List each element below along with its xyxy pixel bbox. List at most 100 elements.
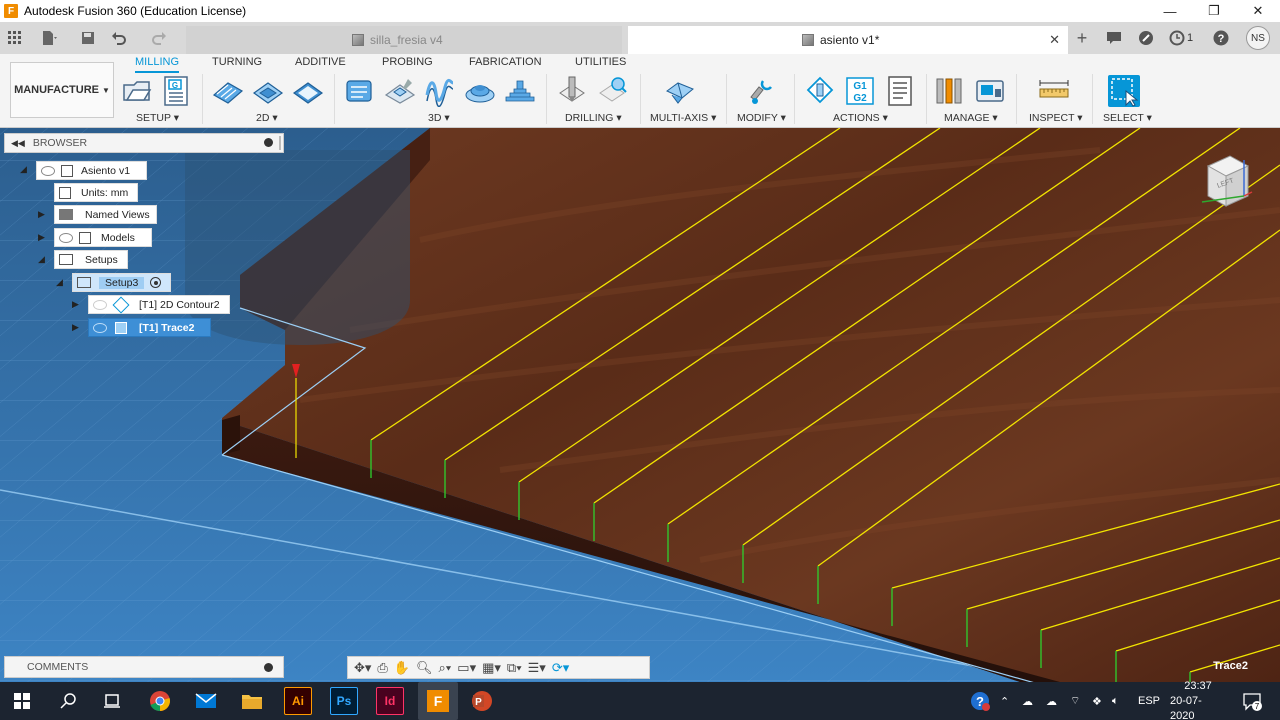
3d-contour-icon[interactable] [464,75,496,107]
tree-named-views[interactable]: Named Views [54,205,157,224]
tab-utilities[interactable]: UTILITIES [575,56,626,68]
3d-pocket-icon[interactable] [384,75,416,107]
wifi-icon[interactable]: ⌔ [1070,682,1080,720]
group-drilling[interactable]: DRILLING ▾ [565,112,622,124]
2d-face-icon[interactable] [292,75,324,107]
multi-axis-icon[interactable] [664,75,696,107]
panel-resize-handle[interactable] [279,136,281,150]
display-settings-icon[interactable]: ▭▾ [457,660,476,676]
add-comment-icon[interactable] [264,663,273,672]
expand-arrow-icon[interactable]: ▶ [72,299,79,310]
tab-fabrication[interactable]: FABRICATION [469,56,542,68]
simulate-icon[interactable] [804,75,836,107]
group-select[interactable]: SELECT ▾ [1103,112,1152,124]
visibility-eye-icon[interactable] [93,322,107,333]
2d-pocket-icon[interactable] [252,75,284,107]
close-tab-icon[interactable]: ✕ [1049,32,1060,48]
3d-viewport[interactable]: LEFT [0,128,1280,682]
app-grid-icon[interactable] [4,22,26,54]
active-setup-target-icon[interactable] [150,277,162,288]
comments-panel[interactable]: COMMENTS [4,656,284,678]
minimize-button[interactable]: — [1148,0,1192,22]
illustrator-icon[interactable]: Ai [284,687,312,715]
user-avatar[interactable]: NS [1246,26,1270,50]
3d-parallel-icon[interactable] [424,75,456,108]
machine-library-icon[interactable] [974,75,1006,107]
save-icon[interactable] [78,22,98,54]
mail-icon[interactable] [192,687,220,715]
grid-settings-icon[interactable]: ▦▾ [482,660,501,676]
group-setup[interactable]: SETUP ▾ [136,112,179,124]
close-window-button[interactable]: ✕ [1236,0,1280,22]
group-multi-axis[interactable]: MULTI-AXIS ▾ [650,112,716,124]
refresh-icon[interactable]: ⟳▾ [552,660,569,676]
group-modify[interactable]: MODIFY ▾ [737,112,786,124]
3d-adaptive-icon[interactable] [344,75,376,107]
viewports-icon[interactable]: ⧉▾ [507,660,522,676]
orbit-pan-icon[interactable]: ✥▾ [354,660,371,676]
tab-additive[interactable]: ADDITIVE [295,56,346,68]
notification-icon[interactable] [1102,22,1126,54]
volume-icon[interactable]: 🔈︎ [1112,682,1119,720]
panel-options-icon[interactable] [264,138,273,147]
cloud-icon[interactable]: ☁ [1022,682,1033,720]
group-inspect[interactable]: INSPECT ▾ [1029,112,1083,124]
input-language[interactable]: ESP [1138,682,1160,720]
undo-icon[interactable] [108,22,132,54]
pan-hand-icon[interactable]: ✋ [394,660,410,676]
photoshop-icon[interactable]: Ps [330,687,358,715]
help-icon[interactable]: ? [1210,22,1232,54]
new-tab-button[interactable]: + [1070,22,1094,54]
redo-icon[interactable] [146,22,170,54]
tab-silla-fresia[interactable]: silla_fresia v4 [186,26,622,54]
visibility-eye-icon[interactable] [93,299,107,310]
collapse-arrow-icon[interactable]: ◢ [20,164,27,175]
collapse-arrow-icon[interactable]: ◢ [56,277,63,288]
tab-probing[interactable]: PROBING [382,56,433,68]
group-manage[interactable]: MANAGE ▾ [944,112,998,124]
visibility-eye-icon[interactable] [41,165,55,176]
start-windows-icon[interactable] [8,687,36,715]
tree-units[interactable]: Units: mm [54,183,138,202]
maximize-button[interactable]: ❐ [1192,0,1236,22]
expand-arrow-icon[interactable]: ▶ [72,322,79,333]
post-process-icon[interactable]: G1 G2 [844,75,876,107]
help-tray-icon[interactable]: ? [970,682,992,720]
fit-icon[interactable]: ⌕▾ [439,660,452,676]
environment-icon[interactable]: ☰▾ [528,660,546,676]
tree-models[interactable]: Models [54,228,152,247]
collapse-arrow-icon[interactable]: ◢ [38,254,45,265]
collapse-panel-icon[interactable]: ◀◀ [11,138,25,149]
visibility-eye-icon[interactable] [59,232,73,243]
setup-sheet-icon[interactable]: G [161,75,193,107]
2d-adaptive-icon[interactable] [212,75,244,107]
zoom-icon[interactable]: 🔍︎ [416,660,433,676]
job-status-icon[interactable]: 1 [1166,22,1196,54]
tree-setups[interactable]: Setups [54,250,128,269]
action-center-icon[interactable]: 7 [1240,682,1264,720]
search-icon[interactable] [54,687,82,715]
measure-icon[interactable] [1038,75,1070,107]
workspace-switcher[interactable]: MANUFACTURE ▼ [10,62,114,118]
show-hidden-icons-icon[interactable]: ⌃ [1000,682,1009,720]
tab-milling[interactable]: MILLING [135,56,180,73]
viewcube[interactable]: LEFT [1194,150,1254,210]
expand-arrow-icon[interactable]: ▶ [38,209,45,220]
chrome-icon[interactable] [146,687,174,715]
group-3d[interactable]: 3D ▾ [428,112,450,124]
tool-library-icon[interactable] [934,75,966,107]
file-menu-icon[interactable] [36,22,64,54]
indesign-icon[interactable]: Id [376,687,404,715]
file-explorer-icon[interactable] [238,687,266,715]
tab-turning[interactable]: TURNING [212,56,262,68]
tree-op-trace[interactable]: [T1] Trace2 [88,318,211,337]
select-icon[interactable] [1108,75,1140,107]
new-setup-icon[interactable] [121,75,153,107]
data-panel-icon[interactable] [1134,22,1158,54]
setup-sheet-action-icon[interactable] [884,75,916,107]
model-canvas[interactable] [0,128,1280,682]
group-2d[interactable]: 2D ▾ [256,112,278,124]
tree-setup3[interactable]: Setup3 [72,273,171,292]
group-actions[interactable]: ACTIONS ▾ [833,112,888,124]
onedrive-icon[interactable]: ☁ [1046,682,1057,720]
